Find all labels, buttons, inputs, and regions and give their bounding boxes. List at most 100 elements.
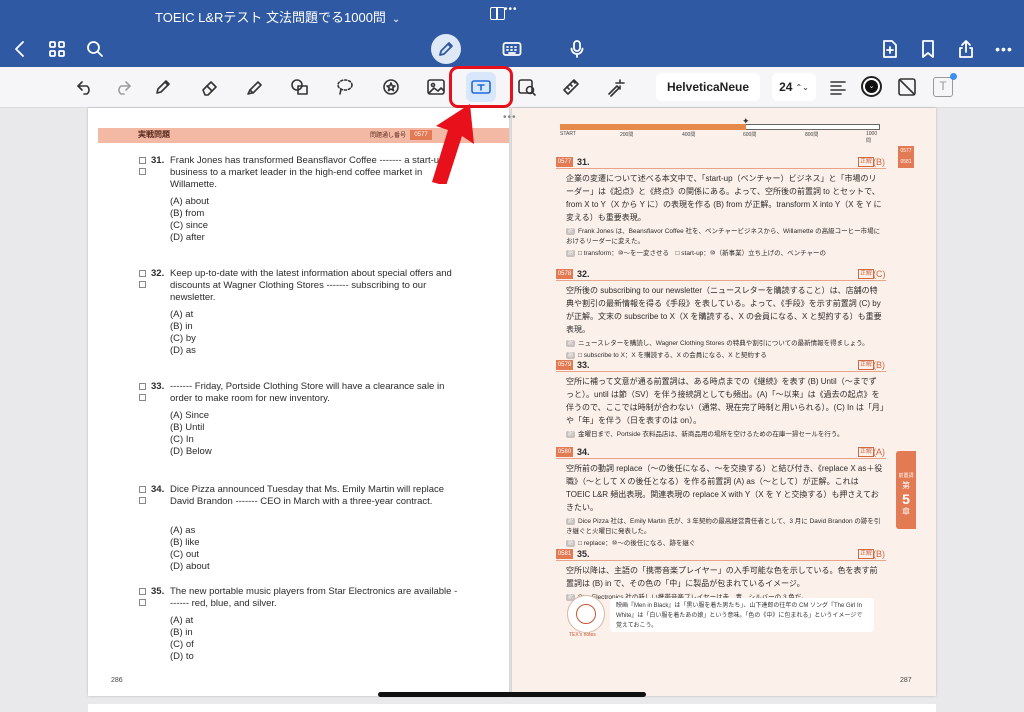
answer-key: (B) (873, 157, 885, 167)
chapter-tab[interactable]: 前置詞 第 5 章 (896, 451, 916, 529)
option-list: (A) about (B) from (C) since (D) after (170, 196, 209, 244)
checkbox[interactable] (139, 588, 146, 595)
more-icon[interactable]: ••• (991, 30, 1017, 67)
answer-header: 0580 34. 正解 (A) (556, 446, 886, 459)
checkbox[interactable] (139, 281, 146, 288)
answer-option: (A) Since (170, 410, 210, 421)
chevron-down-icon[interactable]: ⌄ (392, 14, 400, 25)
grid-icon[interactable] (45, 30, 69, 67)
microphone-icon[interactable] (565, 30, 589, 67)
answer-key: (B) (873, 360, 885, 370)
checkbox[interactable] (139, 486, 146, 493)
answer-option: (A) about (170, 196, 210, 207)
answer-header: 0577 31. 正解 (B) (556, 156, 886, 169)
textbox-border-icon[interactable] (892, 72, 922, 102)
redo-icon[interactable] (108, 72, 138, 102)
progress-mark: 800問 (805, 132, 819, 138)
answer-option: (C) by (170, 333, 196, 344)
answer-header: 0579 33. 正解 (B) (556, 359, 886, 372)
question-number: 35. (151, 586, 165, 597)
undo-icon[interactable] (70, 72, 100, 102)
checkbox[interactable] (139, 157, 146, 164)
home-indicator[interactable] (378, 692, 646, 697)
lasso-tool-icon[interactable] (330, 72, 360, 102)
explanation-text: 空所以降は、主語の「携帯音楽プレイヤー」の入手可能な色を示している。色を表す前置… (566, 566, 878, 588)
answer-option: (D) about (170, 561, 210, 572)
next-page-preview[interactable] (88, 704, 936, 712)
explanation-text: 空所前の動詞 replace（〜の後任になる、〜を交換する）と結び付き、《rep… (566, 464, 883, 512)
split-view-icon[interactable] (490, 7, 505, 20)
question-number: 32. (151, 268, 165, 279)
shapes-tool-icon[interactable] (285, 72, 315, 102)
answer-option: (D) as (170, 345, 196, 356)
answer-option: (A) at (170, 615, 194, 626)
translation-tag: 訳 (566, 517, 576, 525)
explanation-text: 企業の変遷について述べる本文中で、「start-up（ベンチャー）ビジネス」と「… (566, 174, 882, 222)
multitasking-dots-icon[interactable]: ••• (504, 4, 518, 15)
answer-option: (B) Until (170, 422, 205, 433)
font-family-select[interactable]: HelveticaNeue (656, 73, 760, 101)
page-handle-icon[interactable]: ••• (503, 112, 517, 123)
answer-header: 0581 35. 正解 (B) (556, 548, 886, 561)
checkbox[interactable] (139, 270, 146, 277)
question-stem: Keep up-to-date with the latest informat… (170, 268, 452, 303)
checkbox[interactable] (139, 497, 146, 504)
highlighter-tool-icon[interactable] (240, 72, 270, 102)
vocabulary-tag: 語 (566, 539, 576, 547)
translation-row: 訳ニュースレターを購読し、Wagner Clothing Stores の特典や… (566, 339, 884, 349)
answer-option: (B) like (170, 537, 200, 548)
answer-option: (D) to (170, 651, 194, 662)
checkbox[interactable] (139, 383, 146, 390)
keyboard-icon[interactable] (500, 30, 524, 67)
progress-mark: 600問 (743, 132, 757, 138)
chapter-suffix: 章 (902, 507, 910, 516)
chapter-prefix: 第 (902, 481, 910, 490)
checkbox[interactable] (139, 599, 146, 606)
progress-start-label: START (560, 131, 576, 137)
translation-tag: 訳 (566, 430, 576, 438)
option-list: (A) as (B) like (C) out (D) about (170, 525, 210, 573)
eraser-tool-icon[interactable] (195, 72, 225, 102)
search-icon[interactable] (83, 30, 107, 67)
practice-title: 実戦問題 (138, 130, 170, 139)
answer-key: (C) (873, 269, 886, 279)
question-id-badge: 0581 (556, 549, 573, 559)
answer-number: 31. (577, 157, 590, 167)
correct-label: 正解 (858, 360, 875, 370)
add-page-icon[interactable] (878, 30, 902, 67)
bookmark-icon[interactable] (916, 30, 940, 67)
sticker-tool-icon[interactable] (376, 72, 406, 102)
stepper-arrows-icon: ⌃⌄ (795, 82, 809, 92)
translation-tag: 訳 (566, 339, 576, 347)
correct-label: 正解 (858, 269, 875, 279)
font-size-select[interactable]: 24 ⌃⌄ (772, 73, 816, 101)
translation-text: ニュースレターを購読し、Wagner Clothing Stores の特典や割… (578, 340, 869, 347)
pencil-mode-button[interactable] (431, 34, 461, 64)
explanation-text: 空所後の subscribing to our newsletter（ニュースレ… (566, 286, 882, 334)
back-chevron-icon[interactable] (8, 30, 32, 67)
text-color-swatch[interactable]: ⌄ (861, 76, 882, 97)
text-align-icon[interactable] (823, 72, 853, 102)
question-stem: The new portable music players from Star… (170, 586, 458, 609)
laser-pointer-tool-icon[interactable] (601, 72, 631, 102)
document-title[interactable]: TOEIC L&Rテスト 文法問題でる1000問 ⌄ (155, 7, 400, 26)
answer-number: 33. (577, 360, 590, 370)
font-size-value: 24 (779, 80, 793, 94)
correct-label: 正解 (858, 447, 875, 457)
share-icon[interactable] (954, 30, 978, 67)
vocabulary-text: □ replace：⑩〜の後任になる、跡を継ぐ (578, 540, 696, 547)
screenshot-tool-icon[interactable] (512, 72, 542, 102)
ruler-tool-icon[interactable] (556, 72, 586, 102)
translation-text: 金曜日まで、Portside 衣料品店は、新商品用の場所を空けるための在庫一掃セ… (578, 431, 844, 438)
question-number: 31. (151, 155, 165, 166)
checkbox[interactable] (139, 168, 146, 175)
checkbox[interactable] (139, 394, 146, 401)
correct-label: 正解 (858, 157, 875, 167)
image-tool-icon[interactable] (421, 72, 451, 102)
question-number-label: 問題通し番号 (370, 133, 407, 139)
pen-tool-icon[interactable] (148, 72, 178, 102)
translation-text: Frank Jones は、Beansflavor Coffee 社を、ベンチャ… (566, 228, 881, 245)
mascot-face-icon (576, 604, 596, 624)
answer-option: (D) after (170, 232, 205, 243)
textbox-style-button[interactable]: T (933, 77, 953, 97)
